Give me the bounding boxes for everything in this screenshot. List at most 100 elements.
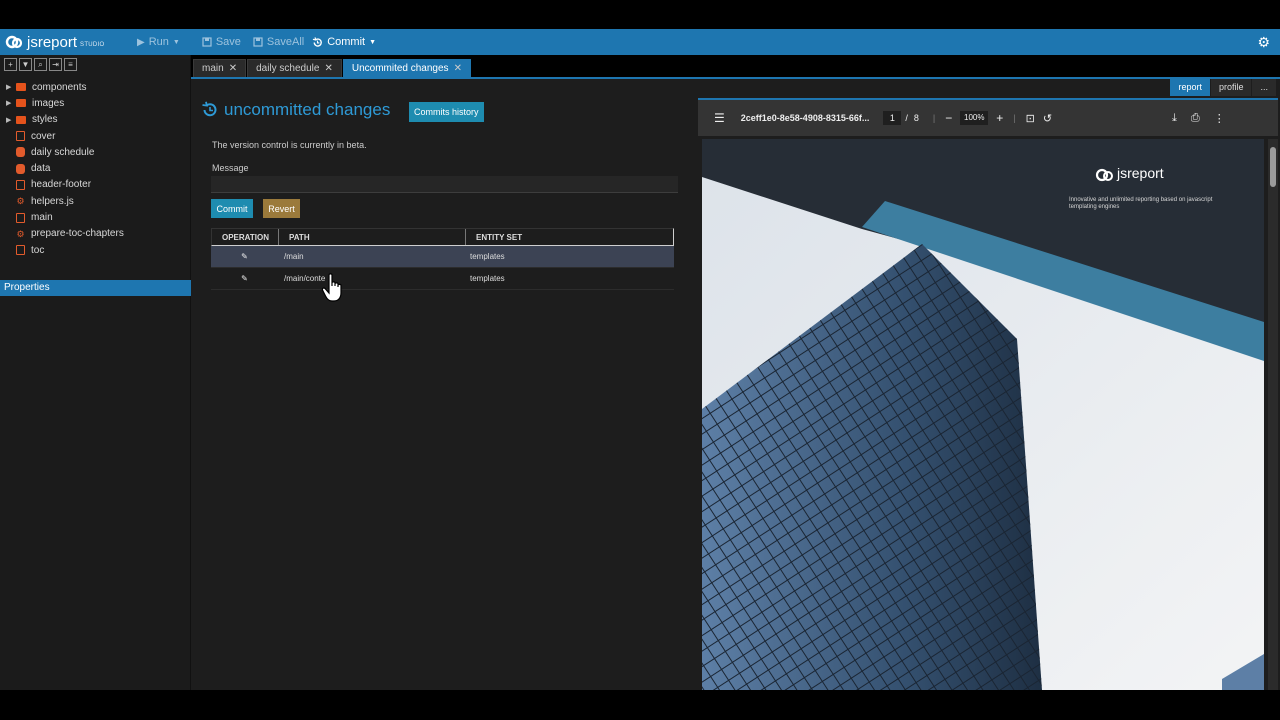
- revert-button[interactable]: Revert: [263, 199, 300, 218]
- column-header-operation: OPERATION: [212, 229, 279, 245]
- zoom-in-icon[interactable]: +: [996, 111, 1003, 125]
- table-row[interactable]: ✎ /main/conte templates: [211, 268, 674, 290]
- tree-item-prepare-toc-chapters[interactable]: ⚙ prepare-toc-chapters: [0, 226, 190, 242]
- page-separator: /: [905, 113, 908, 123]
- uncommitted-changes-panel: uncommitted changes Commits history The …: [191, 79, 698, 690]
- pdf-title: 2ceff1e0-8e58-4908-8315-66f...: [740, 113, 870, 123]
- message-input[interactable]: [211, 176, 678, 193]
- tree-item-header-footer[interactable]: header-footer: [0, 177, 190, 193]
- tree-item-label: data: [31, 163, 51, 175]
- saveall-icon: [253, 37, 263, 47]
- data-icon: [16, 147, 25, 158]
- close-icon[interactable]: ✕: [454, 63, 462, 74]
- preview-tabs: report profile ...: [1169, 79, 1276, 96]
- column-header-entity-set: ENTITY SET: [476, 232, 523, 242]
- hamburger-menu-icon[interactable]: ☰: [714, 111, 725, 125]
- saveall-button[interactable]: SaveAll: [253, 36, 304, 48]
- script-icon: ⚙: [16, 228, 25, 239]
- history-icon: [202, 101, 217, 117]
- zoom-level[interactable]: 100%: [960, 111, 989, 125]
- tab-label: daily schedule: [256, 63, 320, 74]
- run-button[interactable]: ▶ Run ▼: [137, 36, 180, 48]
- download-icon[interactable]: ⤓: [1172, 112, 1177, 125]
- preview-scrollbar[interactable]: [1268, 139, 1278, 690]
- tree-item-main[interactable]: main: [0, 209, 190, 225]
- tree-item-label: images: [32, 97, 65, 109]
- pdf-toolbar: ☰ 2ceff1e0-8e58-4908-8315-66f... 1 / 8 |…: [698, 98, 1278, 136]
- scroll-thumb[interactable]: [1270, 147, 1276, 187]
- close-icon[interactable]: ✕: [324, 63, 332, 74]
- history-icon: [312, 36, 323, 47]
- row-entity-set: templates: [470, 252, 505, 261]
- editor-tabs: main ✕ daily schedule ✕ Uncommited changes…: [193, 59, 472, 78]
- entity-tree: ▶ components ▶ images ▶ styles cover daily …: [0, 79, 190, 258]
- tree-item-helpers-js[interactable]: ⚙ helpers.js: [0, 193, 190, 209]
- run-label: Run: [148, 36, 169, 48]
- table-row[interactable]: ✎ /main templates: [211, 246, 674, 268]
- data-icon: [16, 163, 25, 174]
- template-file-icon: [16, 212, 25, 223]
- template-file-icon: [16, 179, 25, 190]
- tree-item-label: prepare-toc-chapters: [31, 228, 124, 240]
- menu-icon[interactable]: ≡: [64, 58, 77, 71]
- jsreport-logo-icon: [5, 35, 23, 49]
- zoom-out-icon[interactable]: −: [945, 111, 952, 125]
- tree-toolbar: + ▼ ⌕ ⇥ ≡: [0, 55, 190, 74]
- close-icon[interactable]: ✕: [229, 63, 237, 74]
- top-toolbar: jsreport STUDIO ▶ Run ▼ Save SaveAll Com…: [0, 29, 1280, 55]
- print-icon[interactable]: ⎙: [1191, 112, 1200, 125]
- entity-tree-panel: + ▼ ⌕ ⇥ ≡ ▶ components ▶ images ▶ styles co…: [0, 55, 191, 690]
- hand-cursor-icon: [321, 273, 342, 302]
- tree-item-label: cover: [31, 130, 56, 142]
- filter-icon[interactable]: ▼: [19, 58, 32, 71]
- tree-item-label: helpers.js: [31, 195, 74, 207]
- row-path: /main: [284, 252, 304, 261]
- template-file-icon: [16, 245, 25, 256]
- tree-item-components[interactable]: ▶ components: [0, 79, 190, 95]
- more-vertical-icon[interactable]: ⋮: [1214, 112, 1225, 125]
- tab-daily-schedule[interactable]: daily schedule ✕: [247, 59, 342, 78]
- tree-item-toc[interactable]: toc: [0, 242, 190, 258]
- doc-brand: jsreport: [1117, 165, 1164, 181]
- tree-item-styles[interactable]: ▶ styles: [0, 112, 190, 128]
- saveall-label: SaveAll: [266, 36, 305, 48]
- collapse-icon[interactable]: ⇥: [49, 58, 62, 71]
- chevron-down-icon: ▼: [369, 38, 377, 46]
- expand-arrow-icon[interactable]: ▶: [6, 99, 16, 107]
- edit-pencil-icon: ✎: [241, 274, 248, 283]
- page-title: uncommitted changes: [201, 100, 390, 120]
- rotate-icon[interactable]: ↺: [1043, 112, 1052, 125]
- script-icon: ⚙: [16, 196, 25, 207]
- edit-pencil-icon: ✎: [241, 252, 248, 261]
- commit-button[interactable]: Commit: [211, 199, 253, 218]
- tab-profile[interactable]: profile: [1210, 79, 1252, 96]
- tab-main[interactable]: main ✕: [193, 59, 247, 78]
- tree-item-label: toc: [31, 244, 45, 256]
- page-title-text: uncommitted changes: [224, 100, 391, 119]
- settings-gear-icon[interactable]: ⚙: [1257, 34, 1270, 51]
- cover-image: [702, 139, 1264, 690]
- page-number-input[interactable]: 1: [883, 111, 902, 125]
- brand-name: jsreport: [27, 33, 78, 51]
- brand: jsreport STUDIO: [4, 34, 129, 51]
- tab-uncommited-changes[interactable]: Uncommited changes ✕: [342, 59, 471, 78]
- tree-item-data[interactable]: data: [0, 160, 190, 176]
- commits-history-button[interactable]: Commits history: [409, 102, 484, 122]
- tab-more[interactable]: ...: [1252, 79, 1276, 96]
- doc-logo-icon: [1095, 168, 1113, 182]
- save-button[interactable]: Save: [202, 36, 241, 48]
- commit-menu-button[interactable]: Commit ▼: [312, 36, 376, 48]
- tree-item-images[interactable]: ▶ images: [0, 95, 190, 111]
- fit-page-icon[interactable]: ⊡: [1026, 112, 1035, 125]
- tab-report[interactable]: report: [1170, 79, 1210, 96]
- new-entity-icon[interactable]: +: [4, 58, 17, 71]
- changes-table: OPERATION PATH ENTITY SET ✎ /main templa…: [211, 228, 674, 290]
- tree-item-daily-schedule[interactable]: daily schedule: [0, 144, 190, 160]
- expand-arrow-icon[interactable]: ▶: [6, 116, 16, 124]
- beta-note: The version control is currently in beta…: [212, 140, 367, 150]
- page-total: 8: [913, 113, 919, 123]
- search-icon[interactable]: ⌕: [34, 58, 47, 71]
- expand-arrow-icon[interactable]: ▶: [6, 83, 16, 91]
- properties-header[interactable]: Properties: [0, 280, 191, 296]
- tree-item-cover[interactable]: cover: [0, 128, 190, 144]
